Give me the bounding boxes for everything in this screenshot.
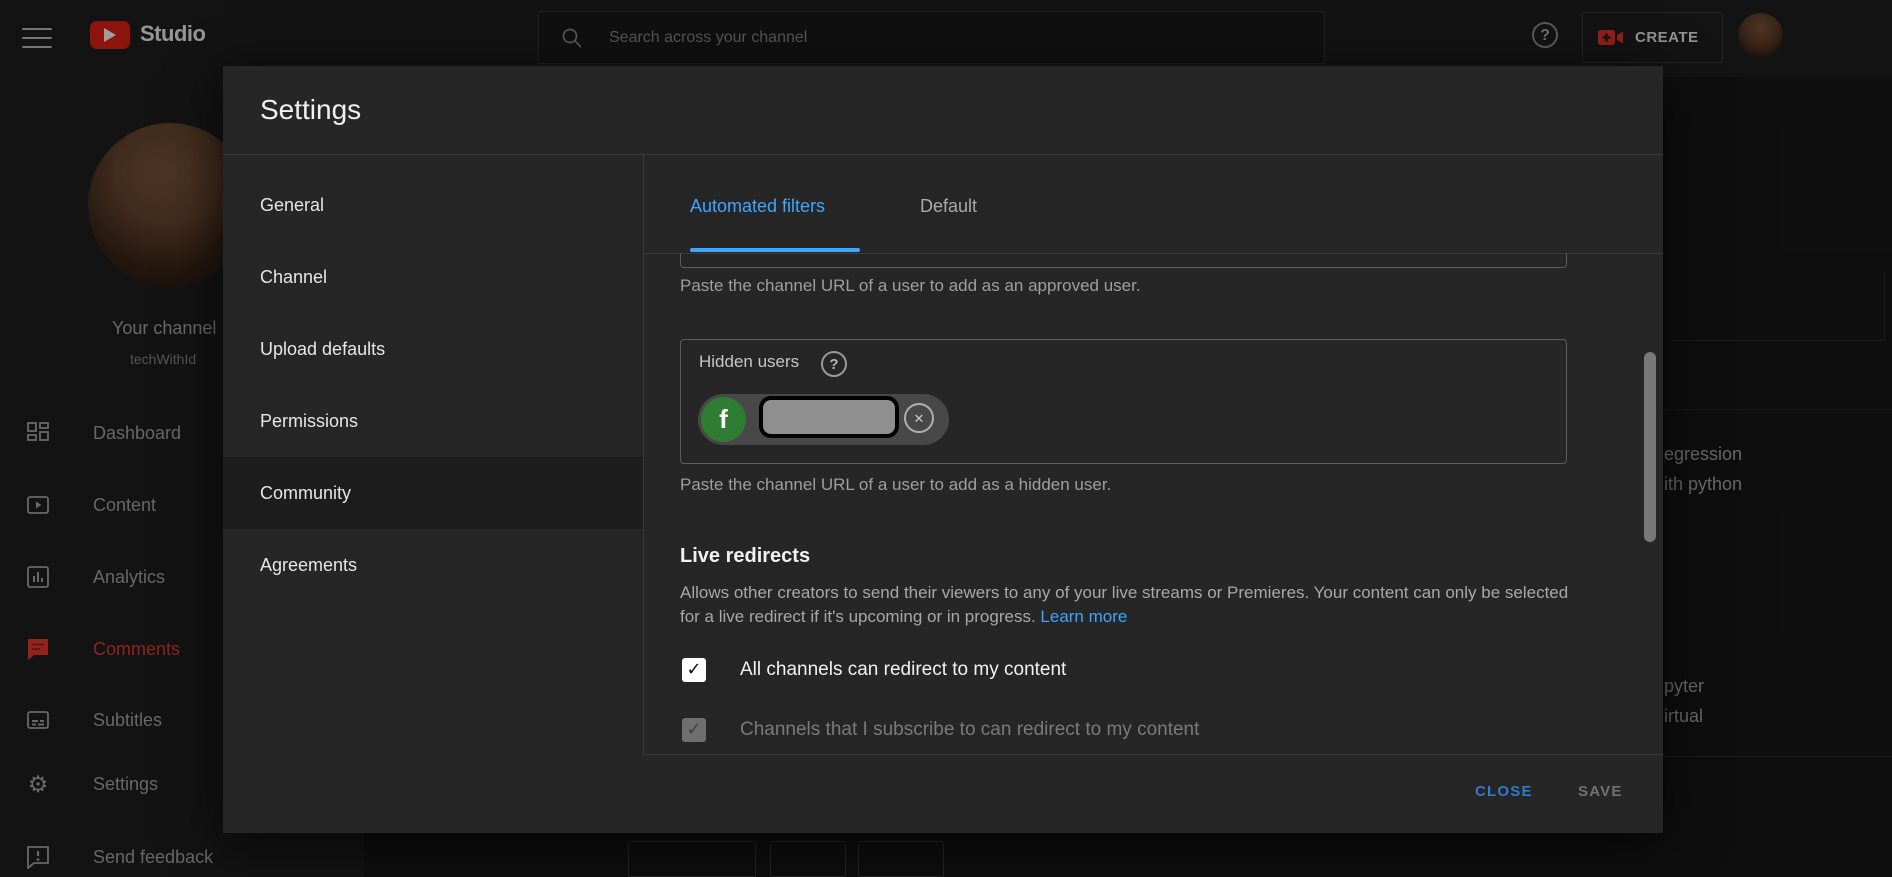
redirect-subscribed-channels-row: ✓ Channels that I subscribe to can redir…	[682, 718, 1199, 742]
dialog-title: Settings	[260, 94, 362, 125]
dialog-nav-label: General	[260, 194, 325, 215]
live-redirects-description: Allows other creators to send their view…	[680, 581, 1572, 629]
save-button: SAVE	[1578, 783, 1623, 800]
dialog-nav-label: Community	[260, 482, 352, 503]
dialog-scrollbar-thumb[interactable]	[1644, 352, 1656, 542]
dialog-nav-general[interactable]: General	[223, 169, 643, 241]
approved-users-hint: Paste the channel URL of a user to add a…	[680, 276, 1141, 295]
dialog-nav-label: Upload defaults	[260, 338, 386, 359]
tab-default[interactable]: Default	[920, 196, 977, 240]
redirect-all-channels-checkbox[interactable]: ✓	[682, 658, 706, 682]
tab-automated-filters[interactable]: Automated filters	[690, 196, 825, 240]
dialog-nav-upload-defaults[interactable]: Upload defaults	[223, 313, 643, 385]
chip-name-redaction	[759, 396, 899, 438]
learn-more-link[interactable]: Learn more	[1040, 607, 1127, 626]
hidden-user-chip[interactable]: f ✕	[698, 394, 949, 445]
checkbox-label: Channels that I subscribe to can redirec…	[740, 719, 1200, 740]
settings-dialog: Settings General Channel Upload defaults…	[223, 66, 1663, 833]
dialog-nav-channel[interactable]: Channel	[223, 241, 643, 313]
hidden-users-input-box[interactable]: Hidden users ? f ✕	[680, 339, 1567, 464]
dialog-header-divider	[223, 154, 1663, 155]
dialog-nav-label: Permissions	[260, 410, 359, 431]
checkbox-label: All channels can redirect to my content	[740, 659, 1067, 680]
dialog-nav-divider	[643, 155, 644, 754]
dialog-nav-label: Agreements	[260, 554, 358, 575]
dialog-nav-community[interactable]: Community	[223, 457, 643, 529]
redirect-subscribed-channels-checkbox: ✓	[682, 718, 706, 742]
youtube-studio-app: Studio ? CREATE Your channel techWithId	[0, 0, 1892, 877]
redirect-all-channels-row: ✓ All channels can redirect to my conten…	[682, 658, 1066, 682]
dialog-nav-label: Channel	[260, 266, 328, 287]
close-button[interactable]: CLOSE	[1475, 783, 1533, 800]
dialog-footer-divider	[643, 754, 1663, 755]
live-redirects-title: Live redirects	[680, 545, 811, 567]
tab-label: Automated filters	[690, 196, 826, 216]
dialog-nav-agreements[interactable]: Agreements	[223, 529, 643, 601]
chip-remove-icon[interactable]: ✕	[904, 403, 934, 433]
tab-label: Default	[920, 196, 978, 216]
hidden-users-hint: Paste the channel URL of a user to add a…	[680, 475, 1112, 494]
dialog-nav-permissions[interactable]: Permissions	[223, 385, 643, 457]
active-tab-underline	[690, 248, 860, 252]
chip-avatar: f	[701, 397, 746, 442]
hidden-users-label: Hidden users	[699, 352, 800, 371]
hidden-users-help-icon[interactable]: ?	[821, 351, 847, 377]
approved-users-input-box[interactable]	[680, 253, 1567, 268]
